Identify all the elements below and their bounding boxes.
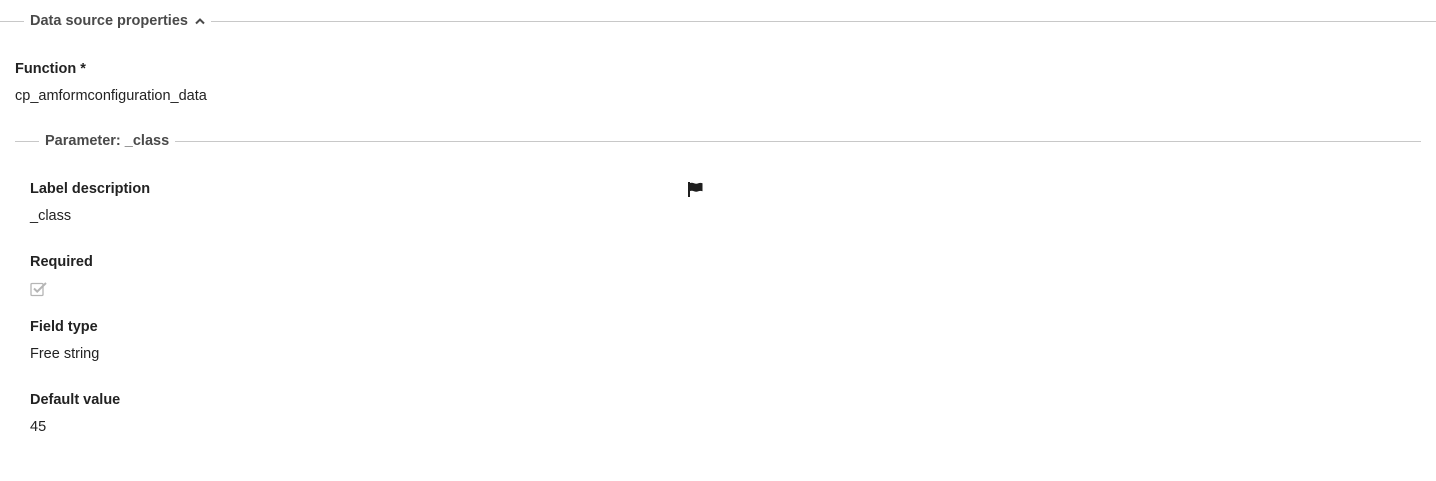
default-value-value: 45 — [30, 419, 47, 435]
required-checkbox[interactable] — [30, 281, 48, 302]
datasource-legend-label: Data source properties — [30, 13, 188, 29]
parameter-section-header: Parameter: _class — [15, 131, 1421, 151]
legend-divider-left — [0, 20, 24, 22]
field-type-label: Field type — [30, 319, 98, 335]
parameter-legend-label: Parameter: _class — [45, 133, 170, 149]
label-description-label: Label description — [30, 181, 151, 197]
required-label: Required — [30, 254, 93, 270]
datasource-section-title: Data source properties — [24, 13, 211, 29]
legend-divider-right — [175, 140, 1421, 142]
default-value-label: Default value — [30, 392, 121, 408]
datasource-section-header: Data source properties — [0, 11, 1436, 31]
field-type-value: Free string — [30, 346, 100, 362]
legend-divider-right — [210, 20, 1436, 22]
parameter-section-title: Parameter: _class — [39, 133, 175, 149]
function-value: cp_amformconfiguration_data — [15, 88, 207, 104]
chevron-up-icon[interactable] — [195, 17, 205, 25]
legend-divider-left — [15, 140, 39, 142]
label-description-value: _class — [30, 208, 72, 224]
function-label: Function * — [15, 61, 86, 77]
flag-icon[interactable] — [687, 181, 704, 203]
